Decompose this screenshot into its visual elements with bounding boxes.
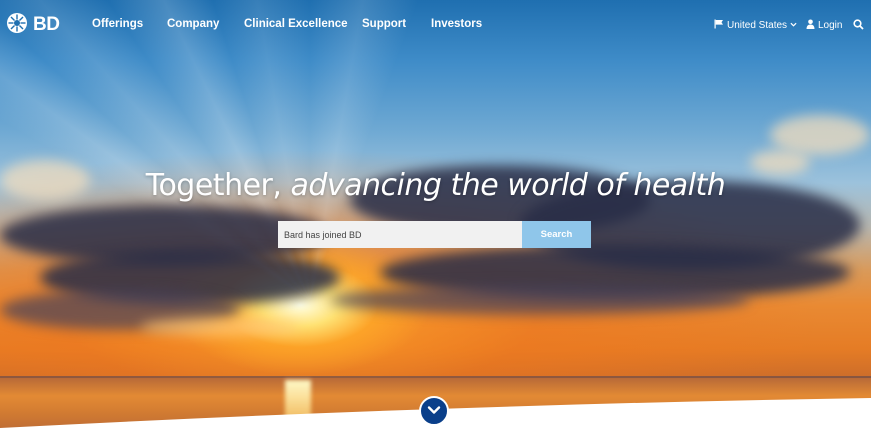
- login-label: Login: [818, 20, 843, 31]
- hero-section: [0, 0, 871, 436]
- headline-italic: advancing the world of health: [290, 168, 726, 203]
- search-button[interactable]: Search: [522, 221, 591, 248]
- nav-item-support[interactable]: Support: [362, 18, 406, 30]
- search-input[interactable]: [278, 221, 522, 248]
- nav-item-offerings[interactable]: Offerings: [92, 18, 143, 30]
- top-navigation: BD Offerings Company Clinical Excellence…: [0, 0, 871, 50]
- chevron-down-icon: [790, 20, 797, 31]
- region-selector[interactable]: United States: [714, 19, 797, 32]
- cloud: [770, 115, 870, 155]
- search-icon[interactable]: [853, 19, 864, 30]
- sun-reflection: [285, 380, 311, 430]
- bd-logo[interactable]: BD: [6, 12, 60, 39]
- headline-plain: Together,: [145, 168, 282, 203]
- nav-item-clinical-excellence[interactable]: Clinical Excellence: [244, 18, 348, 30]
- hero-headline: Together, advancing the world of health: [0, 168, 871, 203]
- region-label: United States: [727, 20, 788, 31]
- cloud: [140, 318, 300, 336]
- scroll-down-button[interactable]: [419, 396, 449, 426]
- user-icon: [806, 19, 815, 32]
- nav-item-company[interactable]: Company: [167, 18, 219, 30]
- chevron-down-icon: [427, 402, 441, 420]
- bd-sun-logo-icon: [6, 12, 28, 39]
- flag-icon: [714, 19, 724, 32]
- login-link[interactable]: Login: [806, 19, 842, 32]
- logo-text: BD: [33, 14, 60, 35]
- nav-item-investors[interactable]: Investors: [431, 18, 482, 30]
- cloud: [330, 285, 750, 315]
